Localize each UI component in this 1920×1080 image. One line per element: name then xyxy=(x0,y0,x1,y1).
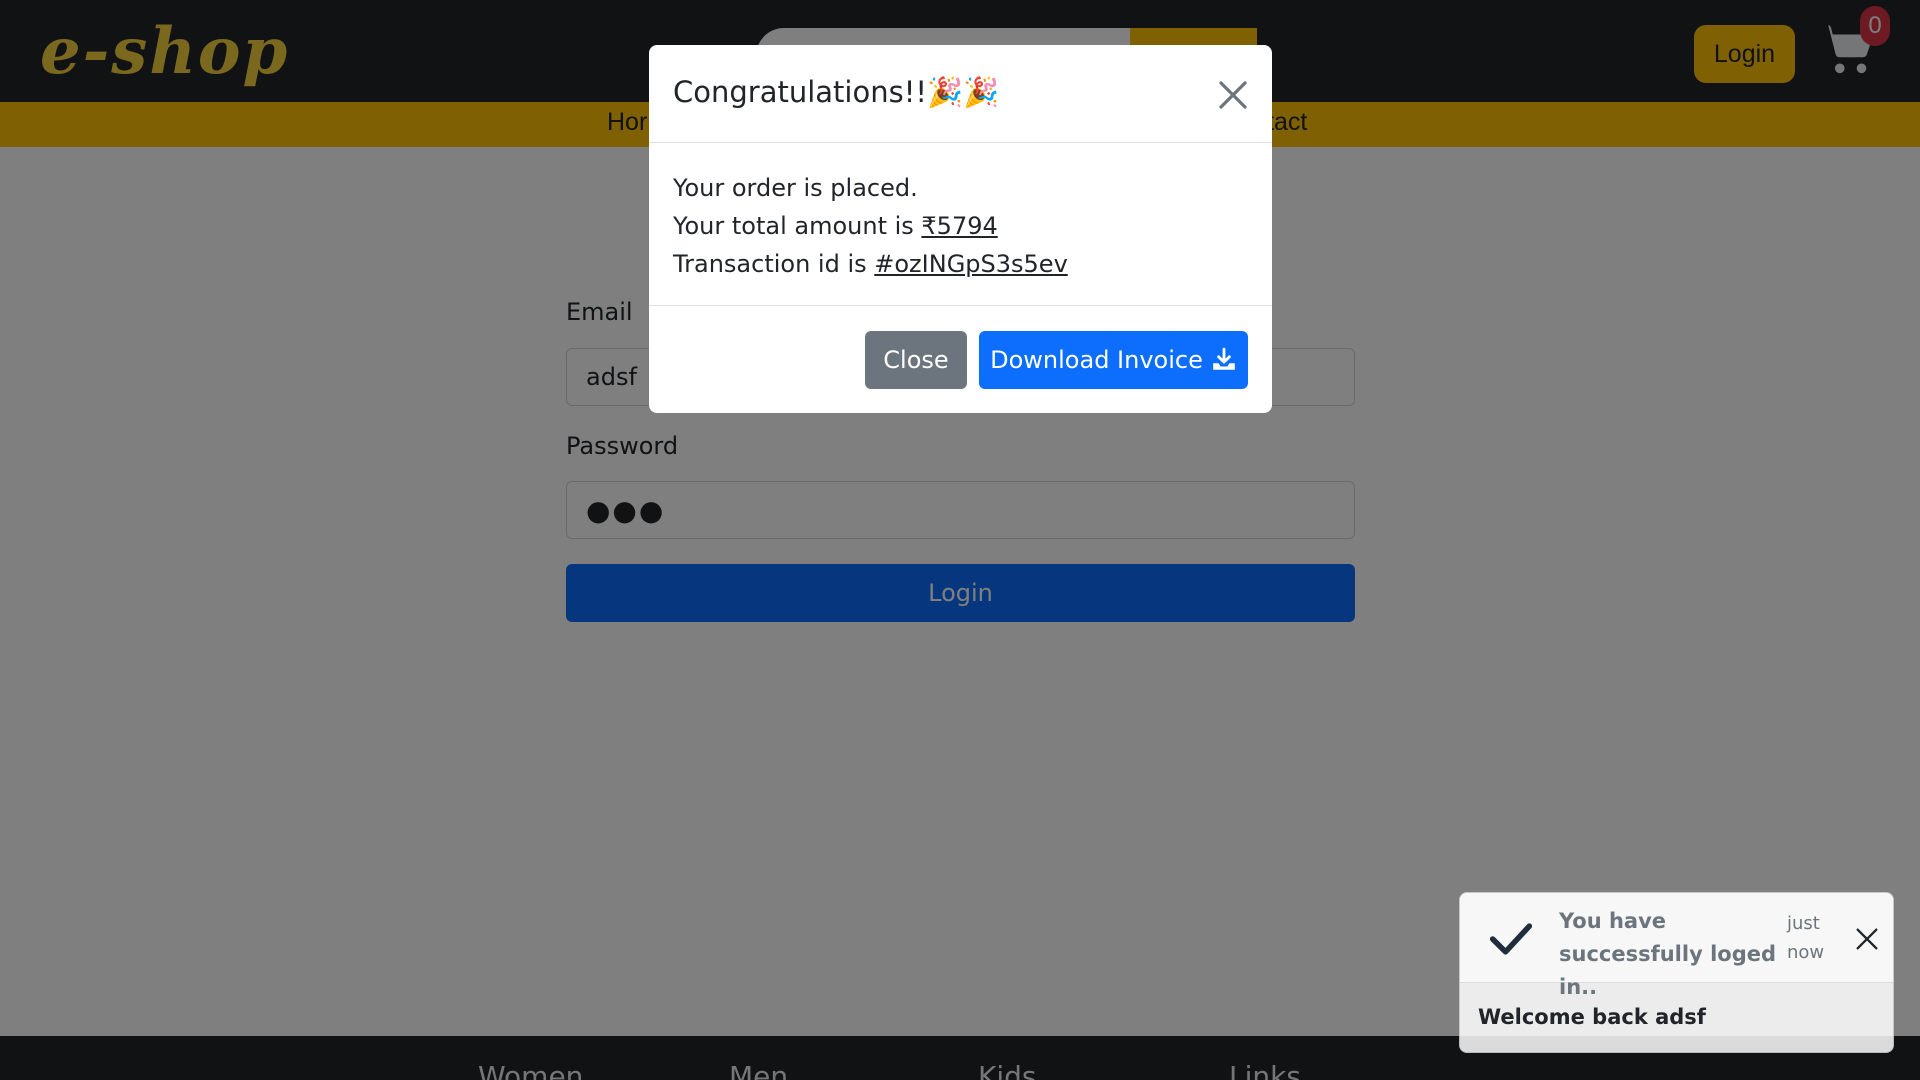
modal-body: Your order is placed. Your total amount … xyxy=(673,169,1248,283)
total-amount-value[interactable]: ₹5794 xyxy=(921,212,997,240)
modal-title: Congratulations!!🎉🎉 xyxy=(673,75,1000,109)
download-icon xyxy=(1213,347,1235,370)
toast-timestamp: just now xyxy=(1787,913,1825,963)
modal-footer: Close Download Invoice xyxy=(649,305,1272,413)
order-success-modal: Congratulations!!🎉🎉 Your order is placed… xyxy=(649,45,1272,413)
toast-title: You have successfully loged in.. xyxy=(1559,909,1777,999)
modal-header: Congratulations!!🎉🎉 xyxy=(649,45,1272,143)
check-icon xyxy=(1489,923,1533,955)
total-amount-label: Your total amount is xyxy=(673,212,922,240)
transaction-id-value[interactable]: #ozINGpS3s5ev xyxy=(874,250,1068,278)
order-placed-text: Your order is placed. xyxy=(673,174,918,202)
total-amount-line: Your total amount is ₹5794 xyxy=(673,207,1248,245)
close-button[interactable]: Close xyxy=(865,331,967,389)
download-invoice-label: Download Invoice xyxy=(990,346,1203,374)
close-icon[interactable] xyxy=(1215,77,1251,113)
transaction-id-label: Transaction id is xyxy=(673,250,875,278)
login-success-toast: You have successfully loged in.. just no… xyxy=(1459,892,1894,1053)
toast-header: You have successfully loged in.. just no… xyxy=(1460,893,1893,999)
close-icon[interactable] xyxy=(1853,925,1881,953)
transaction-id-line: Transaction id is #ozINGpS3s5ev xyxy=(673,245,1248,283)
toast-body: Welcome back adsf xyxy=(1478,1005,1706,1029)
download-invoice-button[interactable]: Download Invoice xyxy=(979,331,1248,389)
